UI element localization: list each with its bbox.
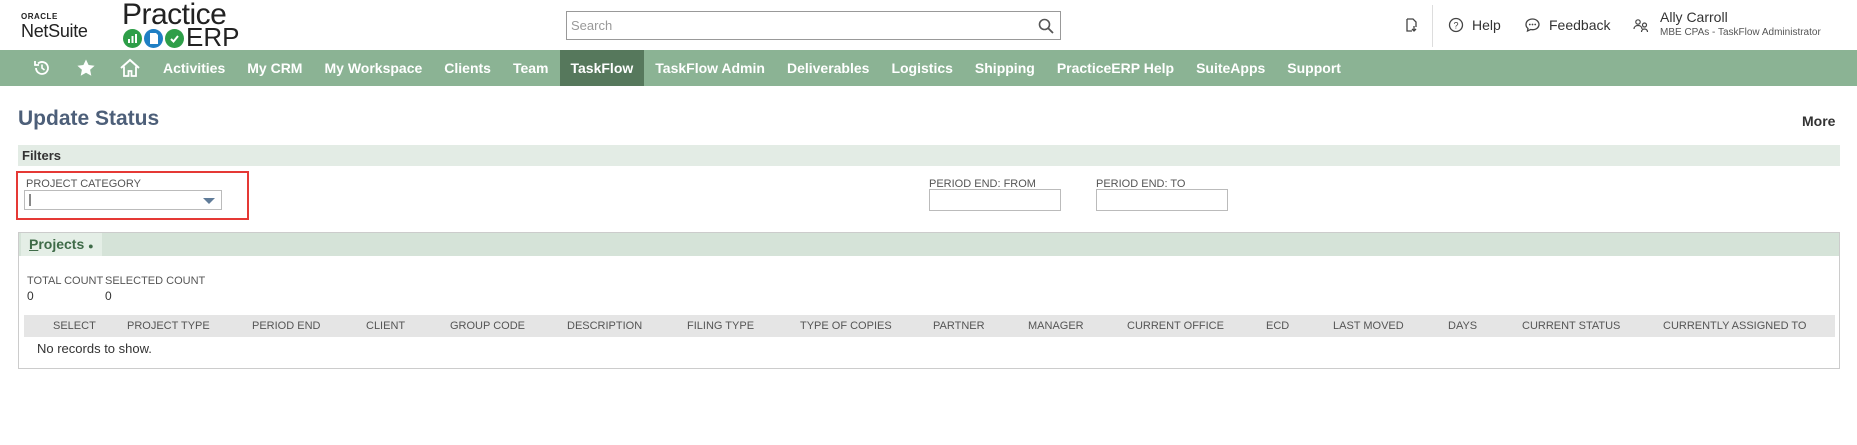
column-partner[interactable]: PARTNER [933, 320, 985, 332]
selected-count-label: SELECTED COUNT [105, 275, 206, 287]
roles-icon [1633, 19, 1649, 33]
svg-text:?: ? [1453, 21, 1458, 31]
header-divider [1432, 5, 1433, 47]
home-icon[interactable] [108, 50, 152, 86]
erp-wordmark: ERP [186, 22, 240, 52]
column-current-status[interactable]: CURRENT STATUS [1522, 320, 1620, 332]
column-current-office[interactable]: CURRENT OFFICE [1127, 320, 1224, 332]
projects-tab-bar: Projects ● [19, 233, 1839, 256]
user-role: MBE CPAs - TaskFlow Administrator [1660, 27, 1821, 38]
document-icon [144, 29, 163, 48]
column-ecd[interactable]: ECD [1266, 320, 1289, 332]
nav-activities[interactable]: Activities [152, 50, 236, 86]
nav-taskflow[interactable]: TaskFlow [559, 50, 645, 86]
period-end-to-field[interactable] [1096, 189, 1228, 211]
user-name: Ally Carroll [1660, 9, 1728, 25]
search-icon[interactable] [1038, 18, 1054, 34]
help-icon: ? [1448, 17, 1464, 33]
column-project-type[interactable]: PROJECT TYPE [127, 320, 210, 332]
tab-projects[interactable]: Projects ● [21, 233, 102, 256]
practice-erp-logo[interactable]: Practice ERP [122, 0, 242, 52]
more-button[interactable]: More [1802, 113, 1835, 129]
projects-panel: Projects ● TOTAL COUNT 0 SELECTED COUNT … [18, 232, 1840, 369]
practice-erp-circles [123, 29, 184, 48]
column-group-code[interactable]: GROUP CODE [450, 320, 525, 332]
feedback-label: Feedback [1549, 17, 1611, 33]
recent-records-button[interactable] [1403, 17, 1419, 33]
feedback-button[interactable]: Feedback [1524, 17, 1610, 33]
total-count-label: TOTAL COUNT [27, 275, 104, 287]
netsuite-wordmark: NetSuite [21, 21, 88, 41]
main-navigation: Activities My CRM My Workspace Clients T… [0, 50, 1857, 86]
nav-clients[interactable]: Clients [433, 50, 502, 86]
oracle-wordmark: ORACLE [21, 12, 58, 21]
help-label: Help [1472, 17, 1501, 33]
nav-logistics[interactable]: Logistics [880, 50, 963, 86]
filters-section-header[interactable]: Filters [18, 145, 1840, 166]
nav-team[interactable]: Team [502, 50, 560, 86]
empty-table-message: No records to show. [37, 341, 152, 356]
netsuite-logo[interactable]: ORACLE NetSuite [21, 12, 101, 41]
feedback-icon [1525, 18, 1540, 33]
nav-support[interactable]: Support [1276, 50, 1352, 86]
recent-records-icon [1406, 18, 1417, 32]
column-filing-type[interactable]: FILING TYPE [687, 320, 754, 332]
check-icon [165, 29, 184, 48]
tab-projects-label: rojects [38, 236, 85, 252]
nav-suiteapps[interactable]: SuiteApps [1185, 50, 1276, 86]
tab-projects-accesskey: P [29, 236, 39, 252]
column-client[interactable]: CLIENT [366, 320, 405, 332]
nav-taskflow-admin[interactable]: TaskFlow Admin [644, 50, 776, 86]
chart-icon [123, 29, 142, 48]
column-description[interactable]: DESCRIPTION [567, 320, 642, 332]
column-last-moved[interactable]: LAST MOVED [1333, 320, 1404, 332]
column-select[interactable]: SELECT [53, 320, 96, 332]
user-menu[interactable]: Ally Carroll MBE CPAs - TaskFlow Adminis… [1632, 9, 1821, 40]
table-header: SELECT PROJECT TYPE PERIOD END CLIENT GR… [24, 315, 1835, 337]
page-title: Update Status [18, 107, 160, 130]
help-button[interactable]: ? Help [1448, 17, 1501, 33]
tab-projects-dot: ● [88, 241, 94, 251]
nav-practiceerp-help[interactable]: PracticeERP Help [1046, 50, 1185, 86]
nav-deliverables[interactable]: Deliverables [776, 50, 881, 86]
total-count-value: 0 [27, 289, 34, 303]
search-input[interactable] [567, 12, 1017, 39]
column-manager[interactable]: MANAGER [1028, 320, 1084, 332]
recent-history-icon[interactable] [20, 50, 64, 86]
column-currently-assigned-to[interactable]: CURRENTLY ASSIGNED TO [1663, 320, 1806, 332]
star-icon[interactable] [64, 50, 108, 86]
global-search[interactable] [566, 11, 1061, 40]
nav-my-crm[interactable]: My CRM [236, 50, 313, 86]
period-end-from-field[interactable] [929, 189, 1061, 211]
column-type-of-copies[interactable]: TYPE OF COPIES [800, 320, 892, 332]
column-days[interactable]: DAYS [1448, 320, 1477, 332]
nav-my-workspace[interactable]: My Workspace [313, 50, 433, 86]
selected-count-value: 0 [105, 289, 112, 303]
nav-shipping[interactable]: Shipping [964, 50, 1046, 86]
highlight-annotation [16, 171, 249, 220]
column-period-end[interactable]: PERIOD END [252, 320, 320, 332]
header: ORACLE NetSuite Practice ERP Search ? He… [0, 0, 1857, 52]
